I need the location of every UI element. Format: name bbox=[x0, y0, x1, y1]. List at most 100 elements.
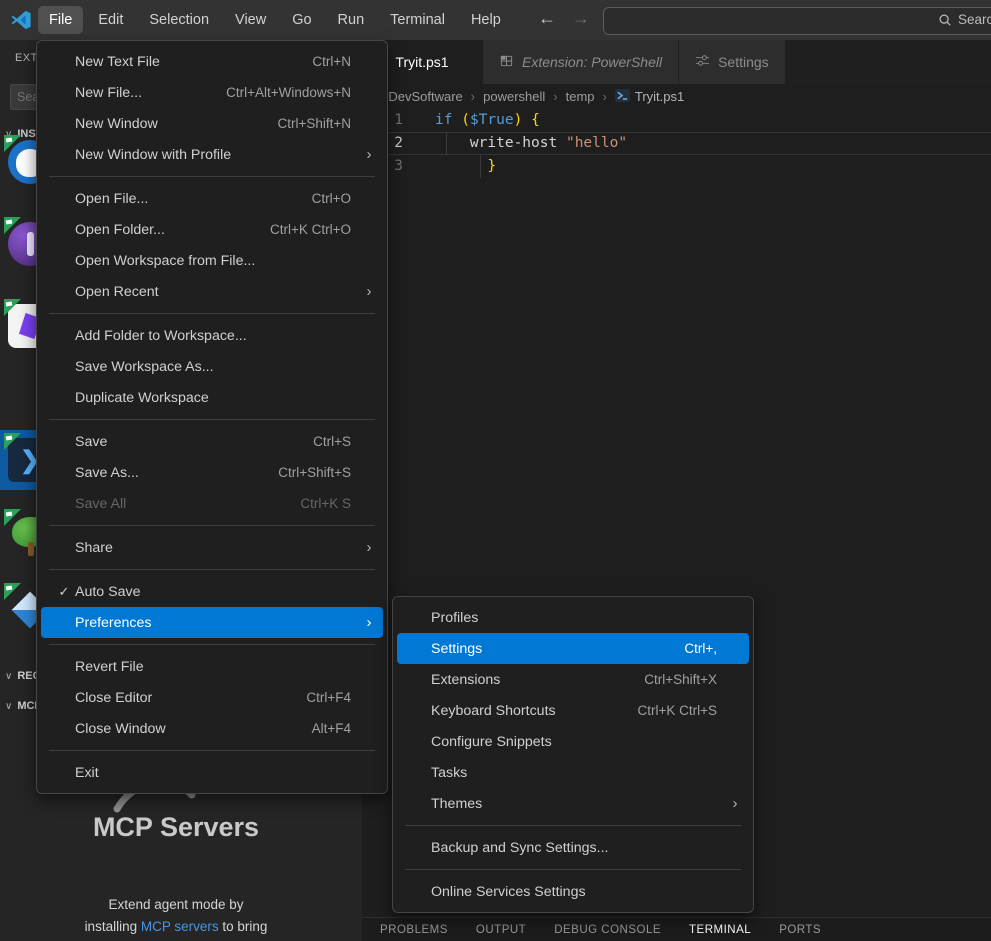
menu-item-label: Settings bbox=[431, 641, 684, 657]
chevron-down-icon: ∨ bbox=[5, 701, 12, 712]
menu-separator bbox=[49, 525, 375, 526]
command-center-search[interactable]: Search bbox=[603, 7, 991, 35]
navigate-back-button[interactable]: ← bbox=[534, 8, 560, 29]
editor-tab-extension-powershell[interactable]: Extension: PowerShell bbox=[483, 40, 679, 84]
breadcrumb-chevron-icon: › bbox=[471, 89, 475, 104]
bottom-panel: PROBLEMS OUTPUT DEBUG CONSOLE TERMINAL PORTS bbox=[362, 917, 991, 941]
breadcrumb-item-devsoftware[interactable]: DevSoftware bbox=[388, 89, 462, 104]
menu-item-save-as[interactable]: Save As...Ctrl+Shift+S bbox=[41, 457, 383, 488]
menubar-help[interactable]: Help bbox=[460, 6, 512, 34]
menu-item-settings[interactable]: SettingsCtrl+, bbox=[397, 633, 749, 664]
menu-item-keyboard-shortcuts[interactable]: Keyboard ShortcutsCtrl+K Ctrl+S bbox=[397, 695, 749, 726]
menu-item-save[interactable]: SaveCtrl+S bbox=[41, 426, 383, 457]
breadcrumb-item-temp[interactable]: temp bbox=[566, 89, 595, 104]
menu-item-auto-save[interactable]: ✓Auto Save bbox=[41, 576, 383, 607]
menu-item-extensions[interactable]: ExtensionsCtrl+Shift+X bbox=[397, 664, 749, 695]
menu-separator bbox=[49, 750, 375, 751]
code-text: } bbox=[419, 155, 496, 178]
menu-item-exit[interactable]: Exit bbox=[41, 757, 383, 788]
menu-item-label: New File... bbox=[75, 85, 226, 101]
menubar-edit[interactable]: Edit bbox=[87, 6, 134, 34]
breadcrumb-item-powershell[interactable]: powershell bbox=[483, 89, 545, 104]
breadcrumb-item-tryit-ps1[interactable]: Tryit.ps1 bbox=[615, 89, 684, 105]
menu-item-preferences[interactable]: Preferences› bbox=[41, 607, 383, 638]
breadcrumb: ›DevSoftware›powershell›temp›Tryit.ps1 bbox=[362, 84, 991, 109]
mcp-servers-link[interactable]: MCP servers bbox=[141, 919, 219, 934]
menu-separator bbox=[405, 825, 741, 826]
menu-item-save-workspace-as[interactable]: Save Workspace As... bbox=[41, 351, 383, 382]
menubar-view[interactable]: View bbox=[224, 6, 277, 34]
menu-item-profiles[interactable]: Profiles bbox=[397, 602, 749, 633]
panel-tab-debug-console[interactable]: DEBUG CONSOLE bbox=[554, 924, 661, 936]
menu-item-close-window[interactable]: Close WindowAlt+F4 bbox=[41, 713, 383, 744]
menu-item-close-editor[interactable]: Close EditorCtrl+F4 bbox=[41, 682, 383, 713]
navigate-forward-button[interactable]: → bbox=[568, 8, 594, 29]
indent-guide bbox=[480, 155, 481, 178]
menu-item-new-window-with-profile[interactable]: New Window with Profile› bbox=[41, 139, 383, 170]
code-editor[interactable]: 1if ($True) {2 write-host "hello"3 } bbox=[362, 109, 991, 178]
menubar-go[interactable]: Go bbox=[281, 6, 322, 34]
menu-item-label: Profiles bbox=[431, 610, 717, 626]
panel-tab-ports[interactable]: PORTS bbox=[779, 924, 821, 936]
menu-separator bbox=[49, 569, 375, 570]
mcp-servers-title: MCP Servers bbox=[0, 812, 352, 843]
indent-guide bbox=[446, 132, 447, 155]
menu-item-duplicate-workspace[interactable]: Duplicate Workspace bbox=[41, 382, 383, 413]
tab-label: Settings bbox=[718, 54, 769, 70]
menu-item-new-file[interactable]: New File...Ctrl+Alt+Windows+N bbox=[41, 77, 383, 108]
menubar-terminal[interactable]: Terminal bbox=[379, 6, 456, 34]
menu-item-shortcut: Ctrl+, bbox=[684, 641, 725, 656]
menu-item-label: Keyboard Shortcuts bbox=[431, 703, 637, 719]
mcp-servers-description: Extend agent mode by installing MCP serv… bbox=[0, 894, 352, 938]
settings-sliders-icon bbox=[695, 53, 710, 71]
submenu-chevron-icon: › bbox=[367, 614, 372, 631]
submenu-chevron-icon: › bbox=[733, 795, 738, 812]
menu-item-label: Add Folder to Workspace... bbox=[75, 328, 351, 344]
vscode-logo-icon bbox=[10, 9, 32, 31]
menu-item-backup-and-sync-settings[interactable]: Backup and Sync Settings... bbox=[397, 832, 749, 863]
menubar: FileEditSelectionViewGoRunTerminalHelp bbox=[38, 6, 512, 34]
menu-item-new-window[interactable]: New WindowCtrl+Shift+N bbox=[41, 108, 383, 139]
panel-tab-problems[interactable]: PROBLEMS bbox=[380, 924, 448, 936]
panel-tab-terminal[interactable]: TERMINAL bbox=[689, 924, 751, 936]
update-badge-icon bbox=[4, 299, 21, 316]
submenu-chevron-icon: › bbox=[367, 283, 372, 300]
menu-item-revert-file[interactable]: Revert File bbox=[41, 651, 383, 682]
menu-item-new-text-file[interactable]: New Text FileCtrl+N bbox=[41, 46, 383, 77]
editor-tab-bar: Tryit.ps1Extension: PowerShellSettings bbox=[362, 40, 991, 84]
menubar-run[interactable]: Run bbox=[327, 6, 376, 34]
menu-separator bbox=[49, 419, 375, 420]
menu-item-share[interactable]: Share› bbox=[41, 532, 383, 563]
menu-item-open-workspace-from-file[interactable]: Open Workspace from File... bbox=[41, 245, 383, 276]
menu-item-tasks[interactable]: Tasks bbox=[397, 757, 749, 788]
menu-item-label: Close Window bbox=[75, 721, 312, 737]
menu-item-add-folder-to-workspace[interactable]: Add Folder to Workspace... bbox=[41, 320, 383, 351]
menu-item-configure-snippets[interactable]: Configure Snippets bbox=[397, 726, 749, 757]
chevron-down-icon: ∨ bbox=[5, 671, 12, 682]
menu-item-open-folder[interactable]: Open Folder...Ctrl+K Ctrl+O bbox=[41, 214, 383, 245]
menu-item-label: Close Editor bbox=[75, 690, 306, 706]
menu-item-label: Save As... bbox=[75, 465, 278, 481]
menu-item-open-file[interactable]: Open File...Ctrl+O bbox=[41, 183, 383, 214]
menubar-file[interactable]: File bbox=[38, 6, 83, 34]
menu-separator bbox=[405, 869, 741, 870]
menu-separator bbox=[49, 176, 375, 177]
menu-separator bbox=[49, 644, 375, 645]
menu-item-online-services-settings[interactable]: Online Services Settings bbox=[397, 876, 749, 907]
menu-item-label: Exit bbox=[75, 765, 351, 781]
menu-item-shortcut: Alt+F4 bbox=[312, 721, 359, 736]
code-line-2: 2 write-host "hello" bbox=[362, 132, 991, 155]
menu-item-open-recent[interactable]: Open Recent› bbox=[41, 276, 383, 307]
menu-item-shortcut: Ctrl+F4 bbox=[306, 690, 359, 705]
menu-item-shortcut: Ctrl+S bbox=[313, 434, 359, 449]
menubar-selection[interactable]: Selection bbox=[138, 6, 220, 34]
code-text: if ($True) { bbox=[419, 109, 540, 132]
editor-tab-settings[interactable]: Settings bbox=[679, 40, 786, 84]
menu-item-label: Open Folder... bbox=[75, 222, 270, 238]
extension-icon bbox=[499, 53, 514, 71]
file-menu: New Text FileCtrl+NNew File...Ctrl+Alt+W… bbox=[36, 40, 388, 794]
update-badge-icon bbox=[4, 583, 21, 600]
panel-tab-output[interactable]: OUTPUT bbox=[476, 924, 526, 936]
menu-item-themes[interactable]: Themes› bbox=[397, 788, 749, 819]
menu-item-shortcut: Ctrl+Shift+S bbox=[278, 465, 359, 480]
